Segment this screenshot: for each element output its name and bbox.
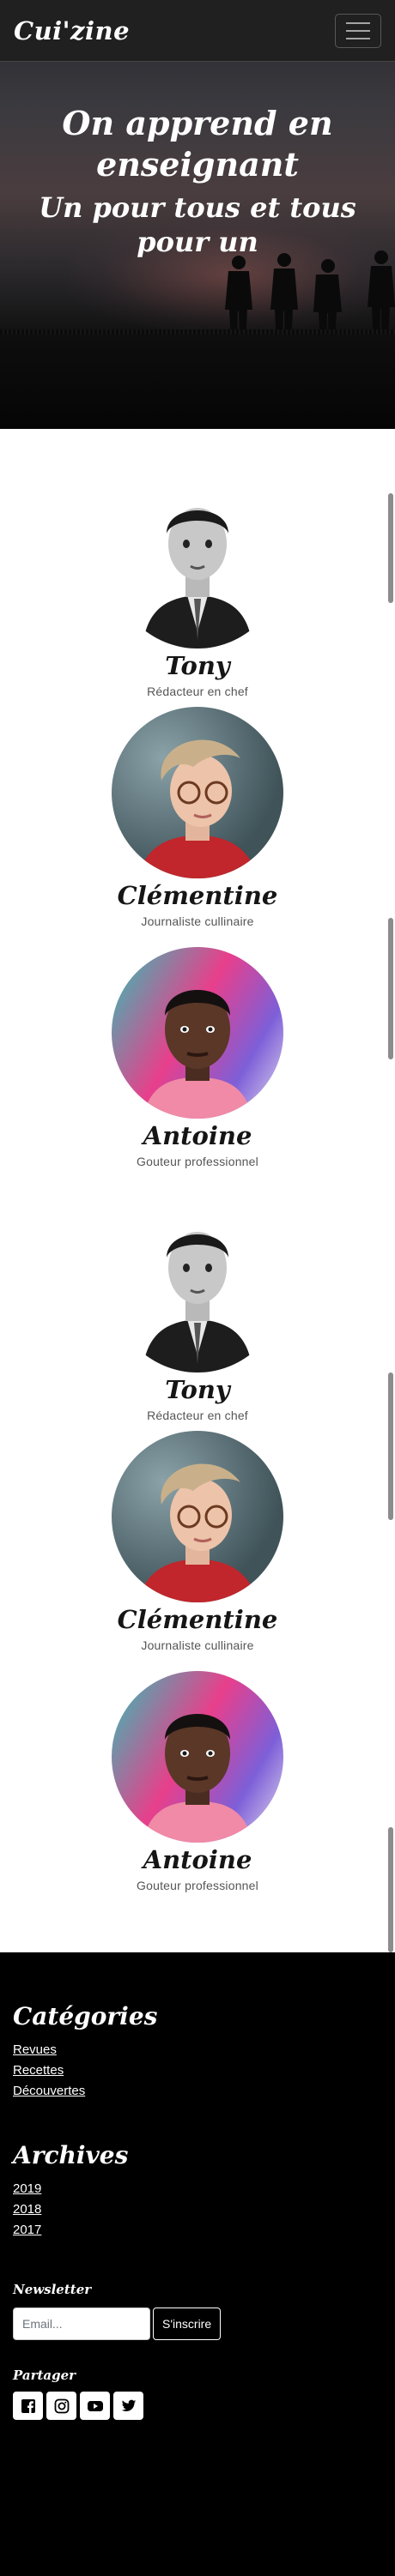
member-name: Clémentine: [117, 881, 278, 910]
youtube-icon[interactable]: [80, 2392, 110, 2420]
man-pink-shirt-avatar: [112, 1671, 283, 1843]
member-role: Rédacteur en chef: [147, 685, 248, 698]
member-name: Tony: [165, 651, 230, 680]
team-member-card: Clémentine Journaliste cullinaire: [0, 707, 395, 928]
categories-heading: Catégories: [13, 2002, 158, 2030]
hamburger-icon-bar: [346, 21, 370, 24]
hero-title: On apprend en enseignant: [62, 104, 333, 184]
member-role: Journaliste cullinaire: [141, 1638, 254, 1652]
member-role: Gouteur professionnel: [137, 1155, 258, 1168]
man-pink-shirt-avatar: [112, 947, 283, 1119]
ground: [0, 335, 395, 429]
member-role: Gouteur professionnel: [137, 1879, 258, 1892]
share-heading: Partager: [13, 2368, 76, 2383]
archive-link-2017[interactable]: 2017: [13, 2223, 41, 2237]
hamburger-icon-bar: [346, 29, 370, 32]
team-member-card: Antoine Gouteur professionnel: [0, 1671, 395, 1892]
hamburger-icon-bar: [346, 37, 370, 39]
categories-list: Revues Recettes Découvertes: [13, 2040, 85, 2102]
woman-glasses-avatar: [112, 707, 283, 878]
member-role: Journaliste cullinaire: [141, 914, 254, 928]
brand-logo-link[interactable]: Cui'zine: [14, 16, 130, 45]
team-section: Tony Rédacteur en chef Clémentine Journa…: [0, 429, 395, 1952]
navbar: Cui'zine: [0, 0, 395, 62]
hero-subtitle: Un pour tous et tous pour un: [39, 191, 356, 258]
category-link-revues[interactable]: Revues: [13, 2042, 57, 2057]
team-member-card: Tony Rédacteur en chef: [0, 477, 395, 698]
member-name: Antoine: [143, 1845, 252, 1874]
woman-glasses-avatar: [112, 1431, 283, 1602]
social-share-buttons: [13, 2392, 143, 2420]
archive-link-2018[interactable]: 2018: [13, 2202, 41, 2217]
newsletter-email-input[interactable]: [13, 2308, 150, 2340]
man-suit-avatar: [112, 1201, 283, 1372]
newsletter-form: S'inscrire: [13, 2308, 222, 2340]
member-name: Antoine: [143, 1121, 252, 1150]
category-link-recettes[interactable]: Recettes: [13, 2063, 64, 2078]
category-link-decouvertes[interactable]: Découvertes: [13, 2084, 85, 2098]
archive-link-2019[interactable]: 2019: [13, 2181, 41, 2196]
newsletter-heading: Newsletter: [13, 2282, 92, 2297]
facebook-icon[interactable]: [13, 2392, 43, 2420]
man-suit-avatar: [112, 477, 283, 649]
team-member-card: Antoine Gouteur professionnel: [0, 947, 395, 1168]
twitter-icon[interactable]: [113, 2392, 143, 2420]
subscribe-button[interactable]: S'inscrire: [153, 2308, 222, 2340]
footer: Catégories Revues Recettes Découvertes A…: [0, 1952, 395, 2576]
member-role: Rédacteur en chef: [147, 1409, 248, 1422]
archives-list: 2019 2018 2017: [13, 2179, 41, 2241]
archives-heading: Archives: [13, 2141, 129, 2169]
member-name: Clémentine: [117, 1605, 278, 1634]
hero-banner: On apprend en enseignant Un pour tous et…: [0, 0, 395, 429]
team-member-card: Clémentine Journaliste cullinaire: [0, 1431, 395, 1652]
instagram-icon[interactable]: [46, 2392, 76, 2420]
menu-toggle-button[interactable]: [335, 13, 381, 48]
team-member-card: Tony Rédacteur en chef: [0, 1201, 395, 1422]
member-name: Tony: [165, 1375, 230, 1404]
